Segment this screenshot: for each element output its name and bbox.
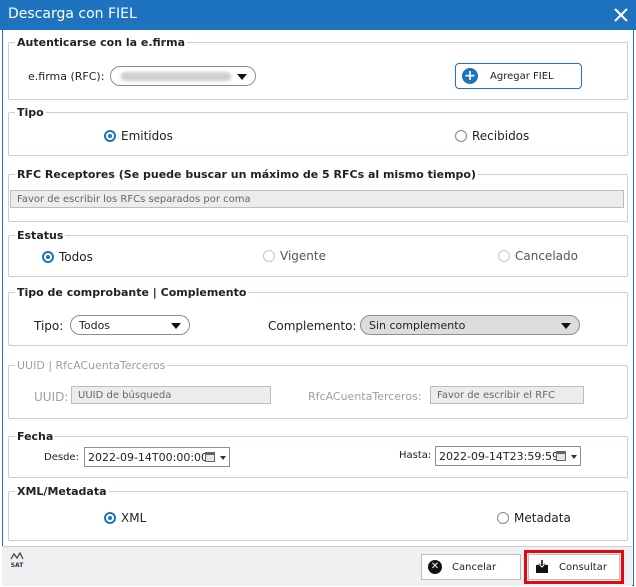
radio-todos[interactable]: Todos xyxy=(42,250,93,264)
rfc-terceros-label: RfcACuentaTerceros: xyxy=(308,390,422,403)
tipo-comprobante-value: Todos xyxy=(79,319,111,332)
estatus-legend: Estatus xyxy=(15,229,66,242)
calendar-icon[interactable] xyxy=(205,452,215,462)
rfc-receptores-field[interactable] xyxy=(10,190,624,208)
radio-cancelado[interactable]: Cancelado xyxy=(498,249,578,263)
complemento-value: Sin complemento xyxy=(369,319,466,332)
desde-value: 2022-09-14T00:00:00 xyxy=(88,451,209,464)
rfc-receptores-legend: RFC Receptores (Se puede buscar un máxim… xyxy=(15,168,479,181)
title-bar: Descarga con FIEL xyxy=(0,0,636,30)
complemento-label: Complemento: xyxy=(268,319,357,333)
uuid-legend: UUID | RfcACuentaTerceros xyxy=(15,359,168,372)
tipo-comprobante-select[interactable]: Todos xyxy=(70,315,190,335)
radio-cancelado-label: Cancelado xyxy=(515,249,578,263)
calendar-icon[interactable] xyxy=(556,451,566,461)
download-icon xyxy=(535,560,549,574)
efirma-select[interactable] xyxy=(110,66,256,86)
radio-dot xyxy=(104,130,116,142)
auth-legend: Autenticarse con la e.firma xyxy=(15,36,187,49)
radio-dot xyxy=(263,250,275,262)
tipo-comprobante-label: Tipo: xyxy=(34,319,64,333)
consult-button[interactable]: Consultar xyxy=(524,550,624,584)
plus-icon: + xyxy=(462,68,478,84)
radio-todos-label: Todos xyxy=(59,250,93,264)
tipo-group: Tipo xyxy=(8,106,628,156)
desde-date-picker[interactable]: 2022-09-14T00:00:00 xyxy=(84,447,230,467)
hasta-label: Hasta: xyxy=(399,450,432,461)
radio-recibidos[interactable]: Recibidos xyxy=(455,129,529,143)
radio-metadata-label: Metadata xyxy=(514,511,571,525)
hasta-date-picker[interactable]: 2022-09-14T23:59:59 xyxy=(435,446,581,466)
efirma-value-redacted xyxy=(121,72,231,81)
tipo-legend: Tipo xyxy=(15,106,46,119)
cancel-icon: ✕ xyxy=(428,560,442,574)
radio-dot xyxy=(455,130,467,142)
radio-dot xyxy=(497,512,509,524)
radio-dot xyxy=(42,251,54,263)
radio-dot xyxy=(498,250,510,262)
rfc-receptores-input[interactable] xyxy=(11,191,623,207)
radio-dot xyxy=(104,512,116,524)
desde-label: Desde: xyxy=(44,452,79,463)
radio-vigente-label: Vigente xyxy=(280,249,326,263)
rfc-terceros-input[interactable] xyxy=(431,387,583,403)
radio-xml-label: XML xyxy=(121,511,147,525)
uuid-field[interactable] xyxy=(71,386,271,404)
rfc-terceros-field[interactable] xyxy=(430,386,584,404)
chevron-down-icon xyxy=(220,456,226,460)
chevron-down-icon xyxy=(171,323,181,329)
efirma-label: e.firma (RFC): xyxy=(28,70,105,83)
cancel-button[interactable]: ✕ Cancelar xyxy=(421,554,521,580)
radio-recibidos-label: Recibidos xyxy=(472,129,530,143)
cancel-label: Cancelar xyxy=(452,561,497,573)
radio-xml[interactable]: XML xyxy=(104,511,146,525)
close-button[interactable] xyxy=(606,0,636,30)
xml-metadata-legend: XML/Metadata xyxy=(15,485,109,498)
consult-label: Consultar xyxy=(559,561,607,573)
sat-logo-text: SAT xyxy=(10,562,24,569)
chevron-down-icon xyxy=(571,455,577,459)
radio-metadata[interactable]: Metadata xyxy=(497,511,571,525)
add-fiel-label: Agregar FIEL xyxy=(490,70,554,82)
chevron-down-icon xyxy=(237,74,247,80)
fecha-legend: Fecha xyxy=(15,430,56,443)
sat-logo: SAT xyxy=(10,551,24,569)
close-icon xyxy=(614,8,628,22)
sat-logo-icon xyxy=(10,551,24,560)
hasta-value: 2022-09-14T23:59:59 xyxy=(439,450,560,463)
uuid-input[interactable] xyxy=(72,387,270,403)
radio-vigente[interactable]: Vigente xyxy=(263,249,326,263)
window-title: Descarga con FIEL xyxy=(8,6,137,22)
comprobante-legend: Tipo de comprobante | Complemento xyxy=(15,286,249,299)
radio-emitidos[interactable]: Emitidos xyxy=(104,129,173,143)
uuid-label: UUID: xyxy=(34,390,69,404)
radio-emitidos-label: Emitidos xyxy=(121,129,173,143)
chevron-down-icon xyxy=(561,323,571,329)
complemento-select[interactable]: Sin complemento xyxy=(360,315,580,335)
add-fiel-button[interactable]: + Agregar FIEL xyxy=(455,63,582,89)
